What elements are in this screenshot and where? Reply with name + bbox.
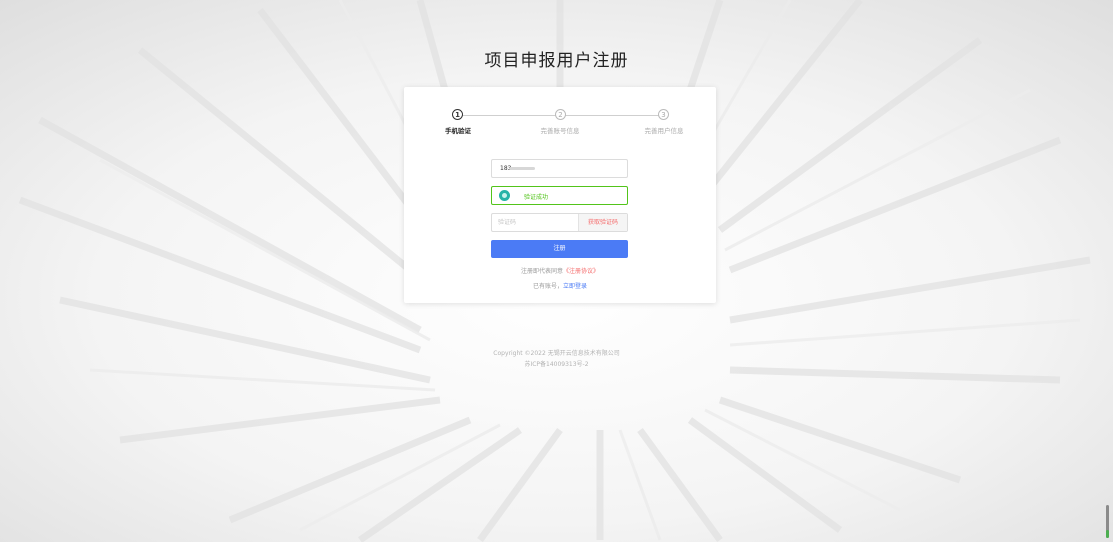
agreement-prefix: 注册即代表同意 — [520, 268, 563, 275]
step-1-circle: 1 — [452, 109, 463, 120]
verify-status-text: 验证成功 — [524, 194, 549, 201]
scrollbar-thumb[interactable] — [1106, 505, 1109, 538]
slider-verify-box[interactable]: 验证成功 — [491, 186, 628, 205]
get-code-button[interactable]: 获取验证码 — [578, 214, 627, 231]
footer-copyright: Copyright ©2022 无锡开云信息技术有限公司 — [493, 350, 620, 357]
step-3-label: 完善用户信息 — [644, 127, 684, 135]
step-2-label: 完善账号信息 — [540, 127, 580, 135]
login-prompt: 已有账号，立即登录 — [404, 281, 716, 290]
register-card: 1 手机验证 2 完善账号信息 3 完善用户信息 验证成功 获取验证码 注册 注… — [404, 87, 716, 303]
page-title: 项目申报用户注册 — [484, 51, 629, 71]
register-button[interactable]: 注册 — [491, 240, 628, 258]
verify-success-icon — [499, 190, 510, 201]
login-link[interactable]: 立即登录 — [563, 283, 587, 290]
masked-phone-digits — [509, 167, 535, 170]
phone-field[interactable] — [491, 159, 628, 178]
step-2-circle: 2 — [555, 109, 566, 120]
login-prompt-prefix: 已有账号， — [532, 283, 563, 290]
code-field[interactable]: 获取验证码 — [491, 213, 628, 232]
footer-icp: 苏ICP备14009313号-2 — [524, 361, 589, 368]
step-progress: 1 手机验证 2 完善账号信息 3 完善用户信息 — [404, 109, 716, 139]
step-connector — [565, 115, 661, 116]
step-3-circle: 3 — [658, 109, 669, 120]
code-input[interactable] — [498, 214, 574, 231]
step-connector — [462, 115, 558, 116]
step-1-label: 手机验证 — [445, 127, 471, 135]
agreement-line: 注册即代表同意《注册协议》 — [404, 266, 716, 275]
agreement-link[interactable]: 《注册协议》 — [563, 268, 599, 275]
